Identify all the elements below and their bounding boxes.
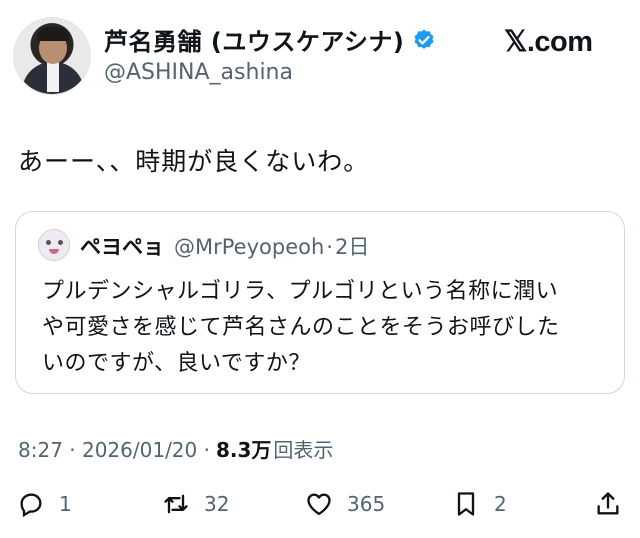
bookmark-count: 2 bbox=[494, 492, 507, 516]
author-handle[interactable]: @ASHINA_ashina bbox=[104, 60, 293, 85]
author-display-name[interactable]: 芦名勇舗 (ユウスケアシナ) bbox=[104, 22, 404, 57]
quote-separator: · bbox=[326, 235, 333, 259]
quote-text-line: プルデンシャルゴリラ、プルゴリという名称に潤い bbox=[42, 279, 559, 304]
views-count: 8.3万 bbox=[215, 438, 272, 462]
author-avatar[interactable] bbox=[13, 17, 91, 95]
tweet-meta: 8:27 · 2026/01/20 · 8.3万 回表示 bbox=[18, 434, 333, 463]
action-bar: 1 32 365 2 bbox=[0, 484, 640, 524]
bookmark-icon bbox=[457, 492, 475, 516]
tweet-timestamp[interactable]: 8:27 · 2026/01/20 · bbox=[18, 438, 210, 462]
retweet-icon bbox=[164, 494, 188, 514]
avatar-shirt bbox=[47, 62, 59, 92]
bookmark-button[interactable]: 2 bbox=[452, 484, 507, 524]
quote-text-line: や可愛さを感じて芦名さんのことをそうお呼びした bbox=[42, 315, 560, 340]
reply-icon bbox=[20, 493, 42, 518]
heart-icon bbox=[307, 493, 331, 516]
avatar-hair bbox=[37, 27, 69, 41]
author-name-row: 芦名勇舗 (ユウスケアシナ) bbox=[104, 22, 436, 57]
like-count: 365 bbox=[347, 492, 386, 516]
quote-author-avatar bbox=[38, 229, 70, 261]
tweet-text: あーー、、時期が良くないわ。 bbox=[18, 147, 370, 176]
quote-header: ペヨペョ @MrPeyopeoh · 2日 bbox=[80, 231, 369, 261]
quote-text-line: いのですが、良いですか？ bbox=[42, 351, 311, 376]
like-button[interactable]: 365 bbox=[305, 484, 385, 524]
views-label: 回表示 bbox=[273, 438, 334, 462]
quote-author-handle: @MrPeyopeoh bbox=[174, 235, 325, 259]
x-brand-logo: 𝕏.com bbox=[504, 26, 593, 58]
quote-text: プルデンシャルゴリラ、プルゴリという名称に潤い や可愛さを感じて芦名さんのことを… bbox=[42, 274, 617, 382]
share-icon bbox=[597, 492, 619, 515]
retweet-button[interactable]: 32 bbox=[162, 484, 229, 524]
quoted-tweet[interactable]: ペヨペョ @MrPeyopeoh · 2日 プルデンシャルゴリラ、プルゴリという… bbox=[15, 211, 625, 394]
share-button[interactable] bbox=[594, 484, 622, 524]
verified-badge-icon bbox=[414, 29, 434, 49]
reply-button[interactable]: 1 bbox=[17, 484, 72, 524]
quote-author-name: ペヨペョ bbox=[80, 235, 164, 259]
retweet-count: 32 bbox=[204, 492, 230, 516]
quote-time: 2日 bbox=[334, 235, 370, 259]
reply-count: 1 bbox=[59, 492, 72, 516]
